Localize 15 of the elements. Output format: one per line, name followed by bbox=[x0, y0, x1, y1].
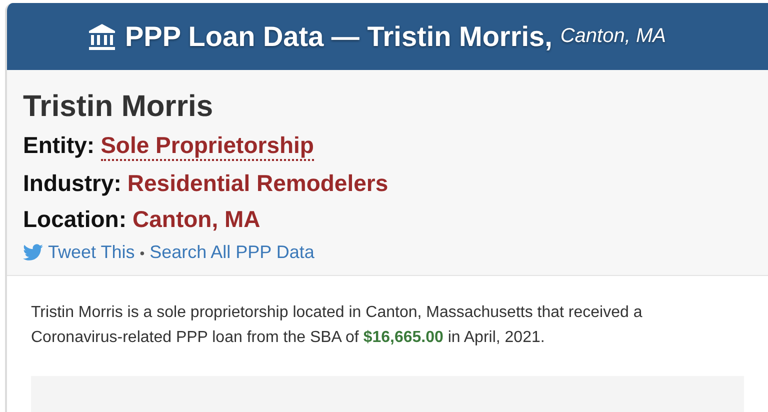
business-name: Tristin Morris bbox=[23, 90, 214, 124]
field-label: Industry: bbox=[23, 170, 122, 197]
field-value: Sole Proprietorship bbox=[100, 132, 314, 161]
field-value: Canton, MA bbox=[132, 206, 260, 233]
field-label: Entity: bbox=[23, 132, 95, 160]
tweet-link[interactable]: Tweet This bbox=[48, 242, 135, 263]
field-label: Location: bbox=[23, 206, 126, 233]
title-location: Canton, MA bbox=[560, 25, 666, 48]
page-title: PPP Loan Data — Tristin Morris, bbox=[125, 20, 552, 52]
bank-icon bbox=[87, 22, 117, 52]
field-value: Residential Remodelers bbox=[127, 170, 388, 197]
bird-icon bbox=[23, 244, 43, 261]
loan-description: Tristin Morris is a sole proprietorship located in Canton, Massachusetts that received a Coronavirus-related PPP loan from the SBA of $16,665.00 in April, 2021. bbox=[31, 303, 644, 348]
separator-dot: • bbox=[140, 244, 145, 260]
search-link[interactable]: Search All PPP Data bbox=[150, 242, 314, 263]
